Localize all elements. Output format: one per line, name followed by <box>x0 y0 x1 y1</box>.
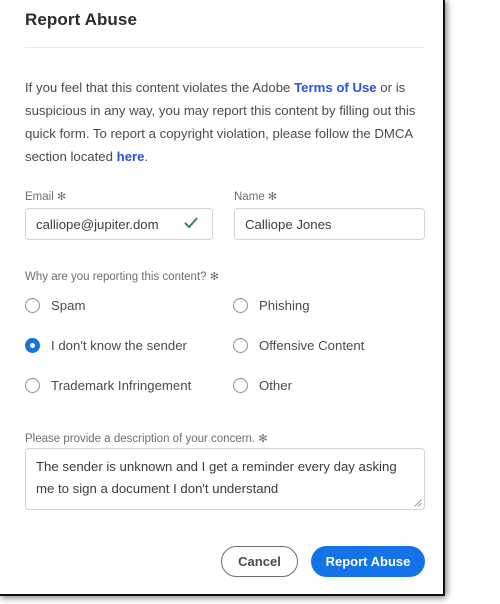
radio-option-spam[interactable]: Spam <box>25 298 85 313</box>
terms-of-use-link[interactable]: Terms of Use <box>294 80 377 95</box>
intro-text-part1: If you feel that this content violates t… <box>25 80 295 95</box>
reason-group-label: Why are you reporting this content? ✻ <box>25 270 219 283</box>
email-label-text: Email <box>25 191 54 203</box>
report-abuse-dialog: Report Abuse If you feel that this conte… <box>0 0 445 596</box>
radio-label: Spam <box>51 298 86 313</box>
intro-text-part3: . <box>144 149 149 164</box>
radio-indicator[interactable] <box>233 298 248 313</box>
description-label: Please provide a description of your con… <box>25 432 268 445</box>
radio-indicator-selected[interactable] <box>25 338 40 353</box>
radio-label: Phishing <box>259 298 310 313</box>
radio-option-unknown-sender[interactable]: I don't know the sender <box>25 338 187 353</box>
radio-label: Offensive Content <box>259 338 365 353</box>
radio-indicator[interactable] <box>25 378 40 393</box>
radio-option-phishing[interactable]: Phishing <box>233 298 310 313</box>
radio-indicator[interactable] <box>25 298 40 313</box>
cancel-button[interactable]: Cancel <box>221 546 298 577</box>
radio-label: Trademark Infringement <box>51 378 192 393</box>
reason-required-mark: ✻ <box>209 271 219 283</box>
email-label: Email ✻ <box>25 190 66 203</box>
name-label-text: Name <box>234 191 265 203</box>
page-title: Report Abuse <box>25 10 138 29</box>
description-label-text: Please provide a description of your con… <box>25 433 256 445</box>
radio-indicator[interactable] <box>233 378 248 393</box>
name-field[interactable] <box>234 208 425 240</box>
radio-option-other[interactable]: Other <box>233 378 292 393</box>
radio-label: I don't know the sender <box>51 338 187 353</box>
radio-option-trademark-infringement[interactable]: Trademark Infringement <box>25 378 191 393</box>
radio-label: Other <box>259 378 292 393</box>
radio-indicator[interactable] <box>233 338 248 353</box>
report-abuse-submit-button[interactable]: Report Abuse <box>311 546 425 577</box>
email-required-mark: ✻ <box>56 191 67 203</box>
title-divider <box>25 47 425 48</box>
description-textarea[interactable]: The sender is unknown and I get a remind… <box>25 448 425 510</box>
dmca-here-link[interactable]: here <box>117 149 145 164</box>
name-label: Name ✻ <box>234 190 277 203</box>
radio-option-offensive-content[interactable]: Offensive Content <box>233 338 364 353</box>
checkmark-icon <box>184 217 198 228</box>
reason-group-label-text: Why are you reporting this content? <box>25 271 207 283</box>
name-required-mark: ✻ <box>267 191 278 203</box>
intro-paragraph: If you feel that this content violates t… <box>25 76 417 168</box>
description-required-mark: ✻ <box>258 433 268 445</box>
